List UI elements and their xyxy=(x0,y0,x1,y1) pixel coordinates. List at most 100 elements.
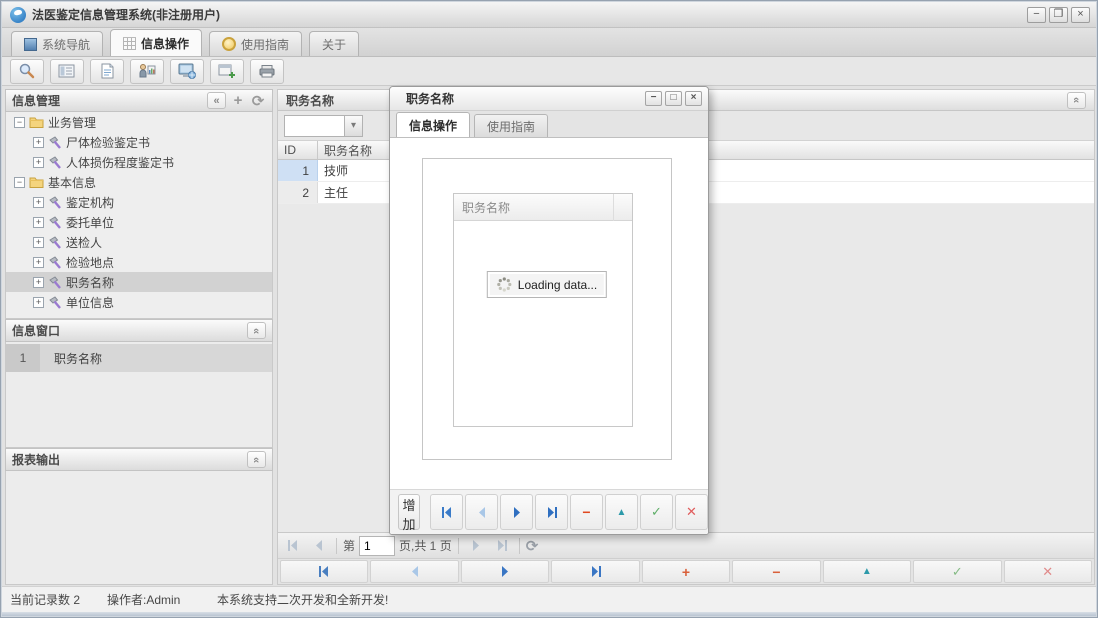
expand-box-icon[interactable]: + xyxy=(33,137,44,148)
prev-record-button[interactable] xyxy=(370,560,458,583)
printer-button[interactable] xyxy=(250,59,284,84)
dialog-minimize-button[interactable]: − xyxy=(645,91,662,106)
dialog-delete-button[interactable]: − xyxy=(570,494,603,530)
hammer-icon xyxy=(48,216,62,229)
info-window-item[interactable]: 1 职务名称 xyxy=(6,344,272,372)
search-button[interactable] xyxy=(10,59,44,84)
tree-node-unit-info[interactable]: + 单位信息 xyxy=(6,292,272,312)
cancel-record-button[interactable]: ✕ xyxy=(1004,560,1092,583)
expand-box-icon[interactable]: + xyxy=(33,217,44,228)
window-add-button[interactable] xyxy=(210,59,244,84)
tree-label: 鉴定机构 xyxy=(66,194,114,211)
expand-box-icon[interactable]: + xyxy=(33,157,44,168)
dialog-title-bar[interactable]: 职务名称 − □ × xyxy=(390,87,708,111)
form-view-icon xyxy=(58,63,76,79)
tree-node-business[interactable]: − 业务管理 xyxy=(6,112,272,132)
collapse-panel-button[interactable]: « xyxy=(247,451,266,468)
filter-combobox[interactable]: ▾ xyxy=(284,115,363,137)
tree-node-injury-report[interactable]: + 人体损伤程度鉴定书 xyxy=(6,152,272,172)
page-next-button[interactable] xyxy=(465,536,487,556)
cross-icon: ✕ xyxy=(686,504,697,520)
delete-record-button[interactable]: − xyxy=(732,560,820,583)
minus-icon: − xyxy=(582,504,590,520)
next-icon xyxy=(512,507,522,518)
save-record-button[interactable]: ✓ xyxy=(913,560,1001,583)
check-icon: ✓ xyxy=(651,504,662,520)
dialog-title: 职务名称 xyxy=(406,90,454,107)
dialog-save-button[interactable]: ✓ xyxy=(640,494,673,530)
tab-info-operation[interactable]: 信息操作 xyxy=(110,29,202,56)
form-view-button[interactable] xyxy=(50,59,84,84)
dialog-tab-info-operation[interactable]: 信息操作 xyxy=(396,112,470,137)
page-number-input[interactable] xyxy=(359,536,395,556)
title-bar: 法医鉴定信息管理系统(非注册用户) − ❐ × xyxy=(2,2,1096,28)
dialog-cancel-button[interactable]: ✕ xyxy=(675,494,708,530)
dialog-next-button[interactable] xyxy=(500,494,533,530)
dialog-maximize-button[interactable]: □ xyxy=(665,91,682,106)
last-record-button[interactable] xyxy=(551,560,639,583)
filter-combo-input[interactable] xyxy=(284,115,344,137)
tree-node-submitter[interactable]: + 送检人 xyxy=(6,232,272,252)
triangle-up-icon: ▲ xyxy=(617,507,627,518)
expand-box-icon[interactable]: + xyxy=(33,297,44,308)
info-panel-title: 信息管理 xyxy=(12,92,60,109)
collapse-box-icon[interactable]: − xyxy=(14,117,25,128)
tree-node-exam-location[interactable]: + 检验地点 xyxy=(6,252,272,272)
edit-record-button[interactable]: ▲ xyxy=(823,560,911,583)
tree-node-client-unit[interactable]: + 委托单位 xyxy=(6,212,272,232)
combo-dropdown-button[interactable]: ▾ xyxy=(344,115,363,137)
page-first-button[interactable] xyxy=(282,536,304,556)
document-button[interactable] xyxy=(90,59,124,84)
refresh-tree-button[interactable]: ⟳ xyxy=(250,92,266,110)
page-prev-button[interactable] xyxy=(308,536,330,556)
collapse-main-button[interactable]: « xyxy=(1067,92,1086,109)
close-button[interactable]: × xyxy=(1071,7,1090,23)
page-last-button[interactable] xyxy=(491,536,513,556)
tab-label: 信息操作 xyxy=(141,35,189,52)
tab-user-guide[interactable]: 使用指南 xyxy=(209,31,302,56)
report-panel-body xyxy=(5,471,273,585)
add-node-button[interactable]: + xyxy=(230,92,246,109)
expand-box-icon[interactable]: + xyxy=(33,197,44,208)
add-record-button[interactable]: + xyxy=(642,560,730,583)
collapse-left-button[interactable]: « xyxy=(207,92,226,109)
search-icon xyxy=(18,63,36,79)
collapse-box-icon[interactable]: − xyxy=(14,177,25,188)
minimize-button[interactable]: − xyxy=(1027,7,1046,23)
chevron-up-icon: « xyxy=(1071,97,1083,103)
tree-node-basic-info[interactable]: − 基本信息 xyxy=(6,172,272,192)
dialog-last-button[interactable] xyxy=(535,494,568,530)
monitor-web-button[interactable] xyxy=(170,59,204,84)
tab-about[interactable]: 关于 xyxy=(309,31,359,56)
tree-node-job-title[interactable]: + 职务名称 xyxy=(6,272,272,292)
expand-box-icon[interactable]: + xyxy=(33,257,44,268)
folder-icon xyxy=(29,176,44,188)
dialog-tab-user-guide[interactable]: 使用指南 xyxy=(474,114,548,137)
dialog-first-button[interactable] xyxy=(430,494,463,530)
prev-icon xyxy=(477,507,487,518)
dialog-add-button[interactable]: 增加 xyxy=(398,494,420,530)
column-header-id[interactable]: ID xyxy=(278,141,318,159)
tree-node-agency[interactable]: + 鉴定机构 xyxy=(6,192,272,212)
window-frame-bottom xyxy=(2,612,1096,616)
tab-system-nav[interactable]: 系统导航 xyxy=(11,31,103,56)
expand-box-icon[interactable]: + xyxy=(33,237,44,248)
user-report-button[interactable] xyxy=(130,59,164,84)
restore-button[interactable]: ❐ xyxy=(1049,7,1068,23)
collapse-panel-button[interactable]: « xyxy=(247,322,266,339)
info-panel-header: 信息管理 « + ⟳ xyxy=(5,89,273,112)
dialog-grid: 职务名称 xyxy=(453,193,633,427)
expand-box-icon[interactable]: + xyxy=(33,277,44,288)
nav-square-icon xyxy=(24,38,37,51)
dialog-grid-header[interactable]: 职务名称 xyxy=(454,194,632,221)
first-record-button[interactable] xyxy=(280,560,368,583)
tree-node-corpse-report[interactable]: + 尸体检验鉴定书 xyxy=(6,132,272,152)
dialog-edit-button[interactable]: ▲ xyxy=(605,494,638,530)
dialog-prev-button[interactable] xyxy=(465,494,498,530)
dialog-close-button[interactable]: × xyxy=(685,91,702,106)
refresh-icon[interactable]: ⟳ xyxy=(526,537,539,555)
next-record-button[interactable] xyxy=(461,560,549,583)
system-message: 本系统支持二次开发和全新开发! xyxy=(217,591,388,608)
cell-id: 2 xyxy=(278,182,318,203)
triangle-up-icon: ▲ xyxy=(862,566,872,577)
